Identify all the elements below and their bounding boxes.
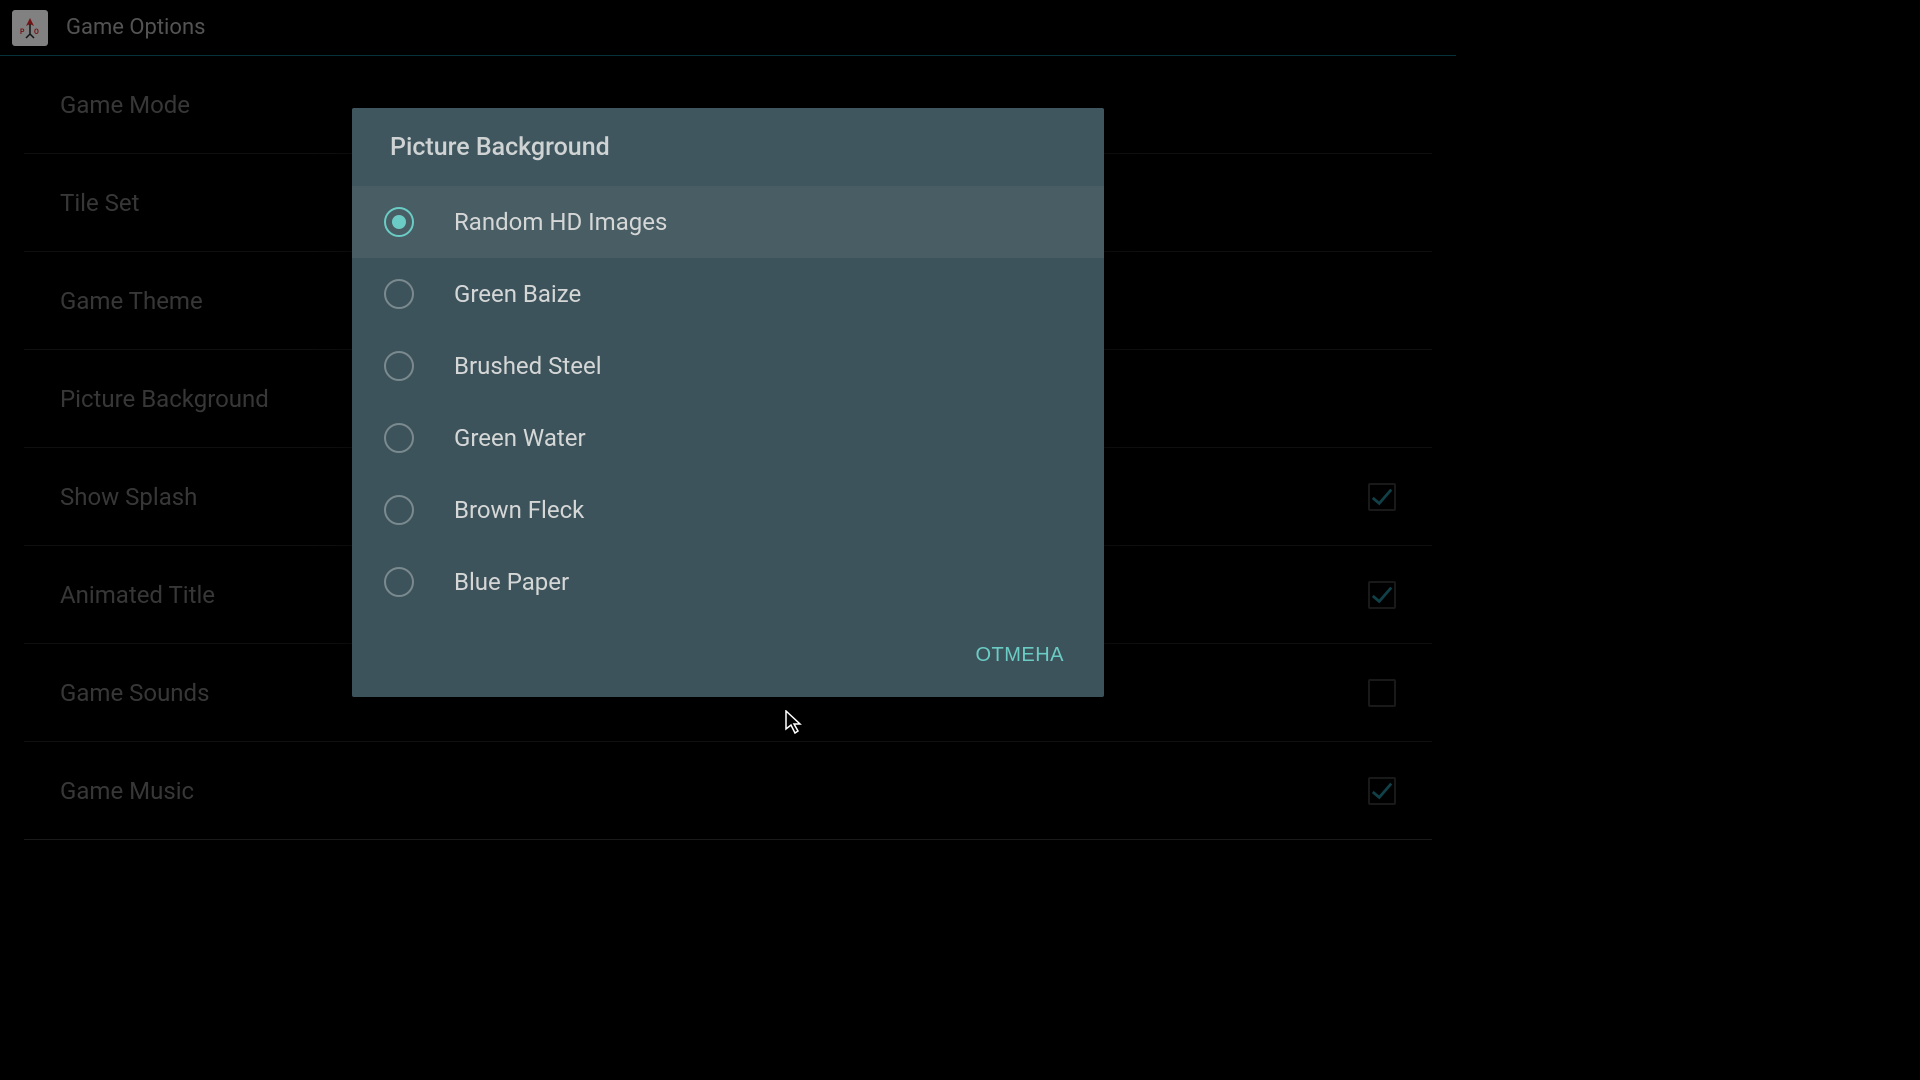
picture-background-dialog: Picture Background Random HD Images Gree… bbox=[352, 108, 1104, 697]
radio-brown-fleck[interactable]: Brown Fleck bbox=[352, 474, 1104, 546]
radio-icon bbox=[384, 207, 414, 237]
radio-label: Green Water bbox=[454, 424, 586, 452]
radio-blue-paper[interactable]: Blue Paper bbox=[352, 546, 1104, 618]
radio-icon bbox=[384, 279, 414, 309]
radio-label: Blue Paper bbox=[454, 568, 569, 596]
radio-label: Green Baize bbox=[454, 280, 581, 308]
radio-icon bbox=[384, 495, 414, 525]
radio-random-hd-images[interactable]: Random HD Images bbox=[352, 186, 1104, 258]
radio-label: Brown Fleck bbox=[454, 496, 584, 524]
radio-icon bbox=[384, 423, 414, 453]
radio-brushed-steel[interactable]: Brushed Steel bbox=[352, 330, 1104, 402]
dialog-overlay[interactable]: Picture Background Random HD Images Gree… bbox=[0, 0, 1456, 816]
radio-icon bbox=[384, 351, 414, 381]
cancel-button[interactable]: ОТМЕНА bbox=[971, 636, 1068, 675]
radio-green-baize[interactable]: Green Baize bbox=[352, 258, 1104, 330]
dialog-title: Picture Background bbox=[352, 108, 1104, 186]
radio-label: Brushed Steel bbox=[454, 352, 602, 380]
radio-icon bbox=[384, 567, 414, 597]
dialog-actions: ОТМЕНА bbox=[352, 618, 1104, 697]
radio-label: Random HD Images bbox=[454, 208, 667, 236]
radio-green-water[interactable]: Green Water bbox=[352, 402, 1104, 474]
radio-list: Random HD Images Green Baize Brushed Ste… bbox=[352, 186, 1104, 618]
